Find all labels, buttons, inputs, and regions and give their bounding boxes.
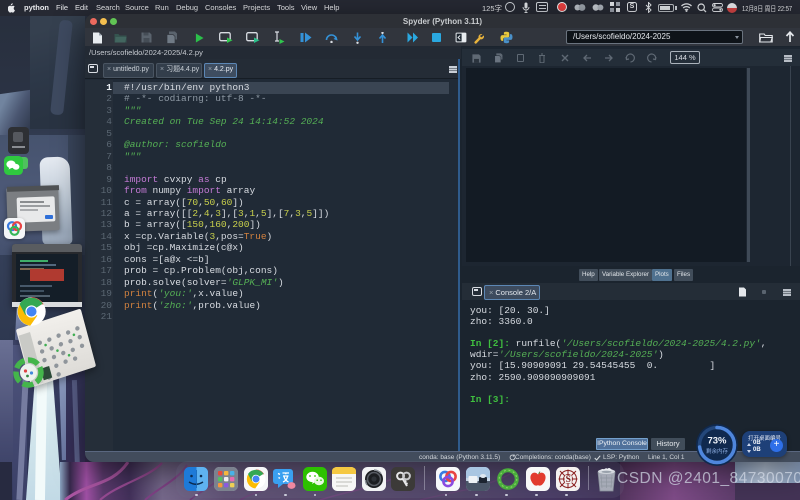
svg-text:剩余内存: 剩余内存 xyxy=(706,447,729,455)
svg-text:73%: 73% xyxy=(707,436,727,447)
svg-text:S: S xyxy=(566,475,571,485)
